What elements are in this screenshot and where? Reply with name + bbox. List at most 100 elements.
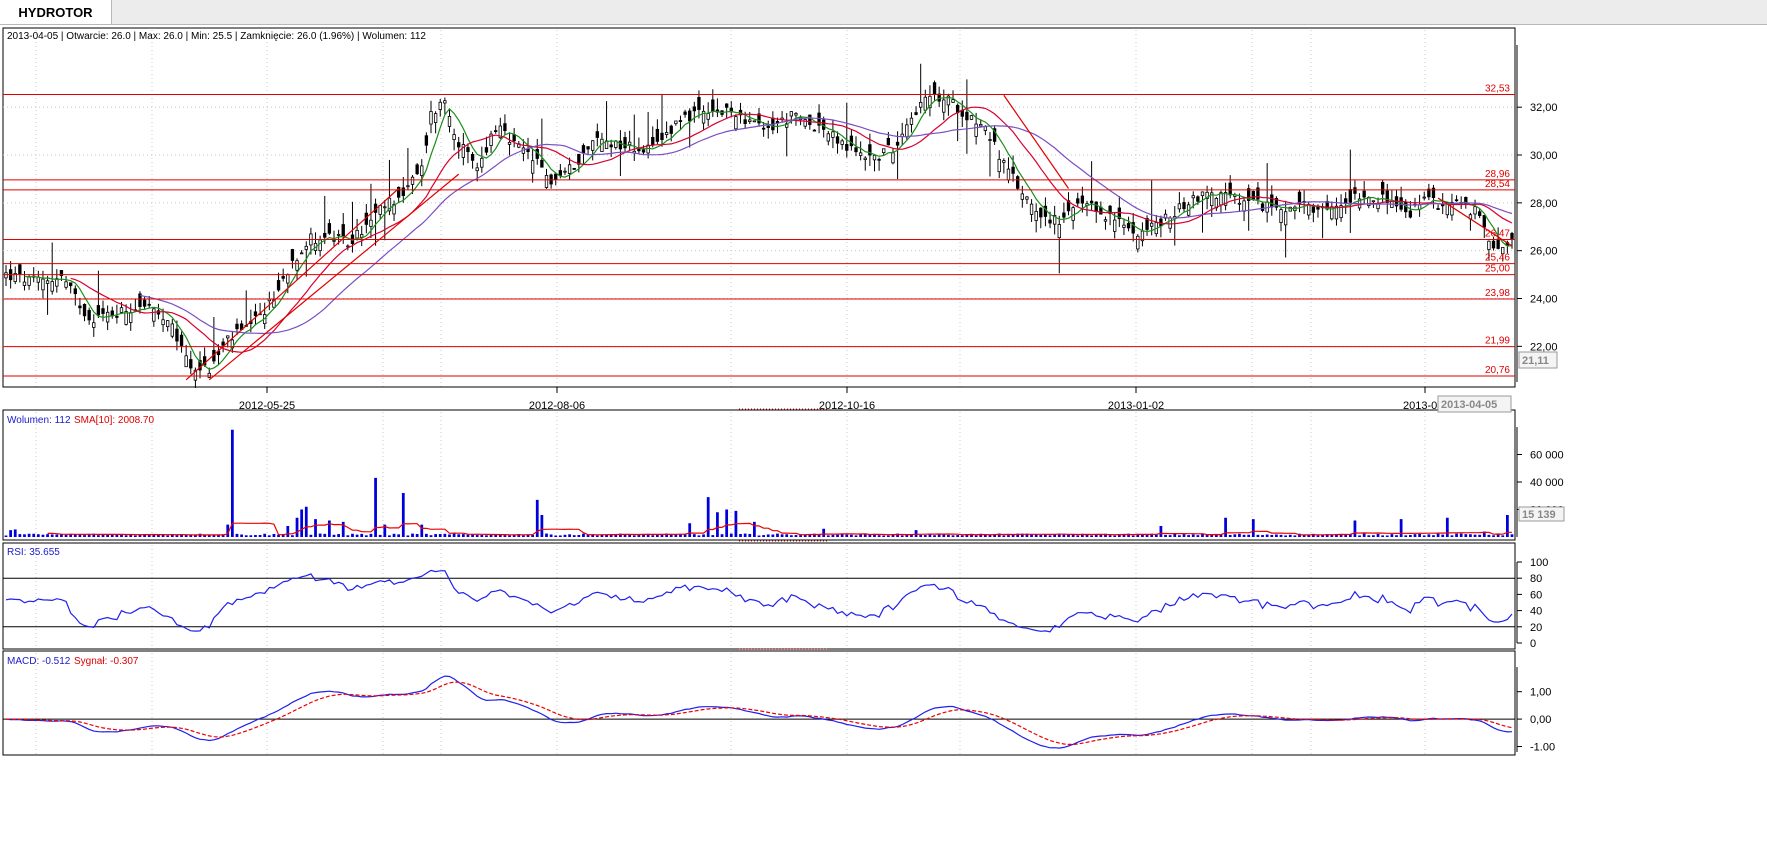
volume-bar[interactable] xyxy=(748,533,752,537)
candle-body[interactable] xyxy=(886,137,891,146)
volume-bar[interactable] xyxy=(651,535,655,537)
candle-body[interactable] xyxy=(1348,189,1352,203)
candle-body[interactable] xyxy=(1080,195,1085,204)
candle-body[interactable] xyxy=(470,153,475,161)
volume-bar[interactable] xyxy=(46,534,49,537)
candle-body[interactable] xyxy=(1482,215,1486,228)
volume-bar[interactable] xyxy=(1002,535,1006,537)
candle-body[interactable] xyxy=(558,170,563,176)
candle-body[interactable] xyxy=(142,299,147,307)
candle-body[interactable] xyxy=(494,130,498,132)
candle-body[interactable] xyxy=(424,135,429,146)
volume-bar[interactable] xyxy=(369,533,373,537)
volume-bar[interactable] xyxy=(771,534,775,537)
candle-body[interactable] xyxy=(540,159,544,168)
candle-body[interactable] xyxy=(849,135,854,147)
volume-bar[interactable] xyxy=(540,515,544,537)
volume-bar[interactable] xyxy=(886,535,890,537)
candle-body[interactable] xyxy=(295,260,299,271)
candle-body[interactable] xyxy=(1103,219,1108,222)
candle-body[interactable] xyxy=(858,152,863,156)
candle-body[interactable] xyxy=(1385,190,1389,203)
candle-body[interactable] xyxy=(1307,204,1311,216)
candle-body[interactable] xyxy=(1487,240,1491,250)
volume-bar[interactable] xyxy=(1395,535,1398,537)
candle-body[interactable] xyxy=(119,307,124,313)
candle-body[interactable] xyxy=(1491,240,1496,249)
volume-bar[interactable] xyxy=(919,534,923,537)
volume-bar[interactable] xyxy=(346,535,350,537)
volume-bar[interactable] xyxy=(739,533,742,537)
candle-body[interactable] xyxy=(327,223,332,234)
volume-bar[interactable] xyxy=(711,535,715,537)
volume-bar[interactable] xyxy=(1251,519,1255,537)
candle-body[interactable] xyxy=(554,173,558,180)
volume-bar[interactable] xyxy=(475,534,479,537)
candle-body[interactable] xyxy=(410,176,415,185)
volume-bar[interactable] xyxy=(1404,535,1408,537)
volume-bar[interactable] xyxy=(1432,535,1435,537)
volume-bar[interactable] xyxy=(18,534,22,537)
volume-bar[interactable] xyxy=(1265,534,1269,537)
volume-bar[interactable] xyxy=(1048,535,1052,537)
volume-bar[interactable] xyxy=(854,535,858,537)
volume-bar[interactable] xyxy=(392,533,396,537)
volume-bar[interactable] xyxy=(1187,535,1191,537)
candle-body[interactable] xyxy=(651,137,655,146)
volume-bar[interactable] xyxy=(406,535,410,537)
volume-bar[interactable] xyxy=(752,521,756,537)
candle-body[interactable] xyxy=(923,96,927,111)
candle-body[interactable] xyxy=(69,282,73,287)
candle-body[interactable] xyxy=(641,149,646,153)
candle-body[interactable] xyxy=(1150,222,1154,227)
volume-bar[interactable] xyxy=(235,533,239,537)
volume-bar[interactable] xyxy=(9,530,13,537)
candle-body[interactable] xyxy=(974,123,978,137)
candle-body[interactable] xyxy=(591,140,595,151)
volume-bar[interactable] xyxy=(438,534,442,537)
candle-body[interactable] xyxy=(503,123,507,132)
volume-bar[interactable] xyxy=(882,535,886,537)
volume-bar[interactable] xyxy=(323,533,327,537)
candle-body[interactable] xyxy=(18,264,22,275)
volume-bar[interactable] xyxy=(900,535,904,537)
candle-body[interactable] xyxy=(452,134,456,141)
volume-bar[interactable] xyxy=(720,534,724,537)
volume-bar[interactable] xyxy=(1376,533,1380,537)
volume-bar[interactable] xyxy=(522,535,525,537)
volume-bar[interactable] xyxy=(295,517,299,537)
candle-body[interactable] xyxy=(101,308,105,314)
volume-bar[interactable] xyxy=(115,534,119,537)
volume-bar[interactable] xyxy=(194,535,197,537)
volume-bar[interactable] xyxy=(545,533,548,537)
volume-bar[interactable] xyxy=(1385,535,1389,537)
candle-body[interactable] xyxy=(711,99,715,112)
candle-body[interactable] xyxy=(1297,191,1302,204)
volume-bar[interactable] xyxy=(845,534,849,537)
candle-body[interactable] xyxy=(1237,202,1242,205)
volume-bar[interactable] xyxy=(420,524,424,537)
volume-bar[interactable] xyxy=(429,535,433,537)
candle-body[interactable] xyxy=(1200,191,1205,197)
candle-body[interactable] xyxy=(664,132,669,135)
candle-body[interactable] xyxy=(87,310,91,321)
candle-body[interactable] xyxy=(336,233,341,236)
volume-bar[interactable] xyxy=(933,535,936,537)
candle-body[interactable] xyxy=(318,239,322,252)
candle-body[interactable] xyxy=(1228,182,1232,196)
candle-body[interactable] xyxy=(637,148,641,152)
volume-bar[interactable] xyxy=(448,534,451,537)
candle-body[interactable] xyxy=(789,111,794,117)
candle-body[interactable] xyxy=(761,127,766,130)
candle-body[interactable] xyxy=(1048,219,1052,224)
candle-body[interactable] xyxy=(914,112,918,115)
volume-bar[interactable] xyxy=(332,534,336,537)
candle-body[interactable] xyxy=(678,120,683,122)
volume-bar[interactable] xyxy=(549,534,553,537)
volume-bar[interactable] xyxy=(1427,534,1431,537)
volume-bar[interactable] xyxy=(688,523,692,537)
volume-bar[interactable] xyxy=(327,520,331,538)
volume-bar[interactable] xyxy=(1381,535,1385,537)
volume-bar[interactable] xyxy=(826,535,830,537)
volume-bar[interactable] xyxy=(642,534,645,537)
